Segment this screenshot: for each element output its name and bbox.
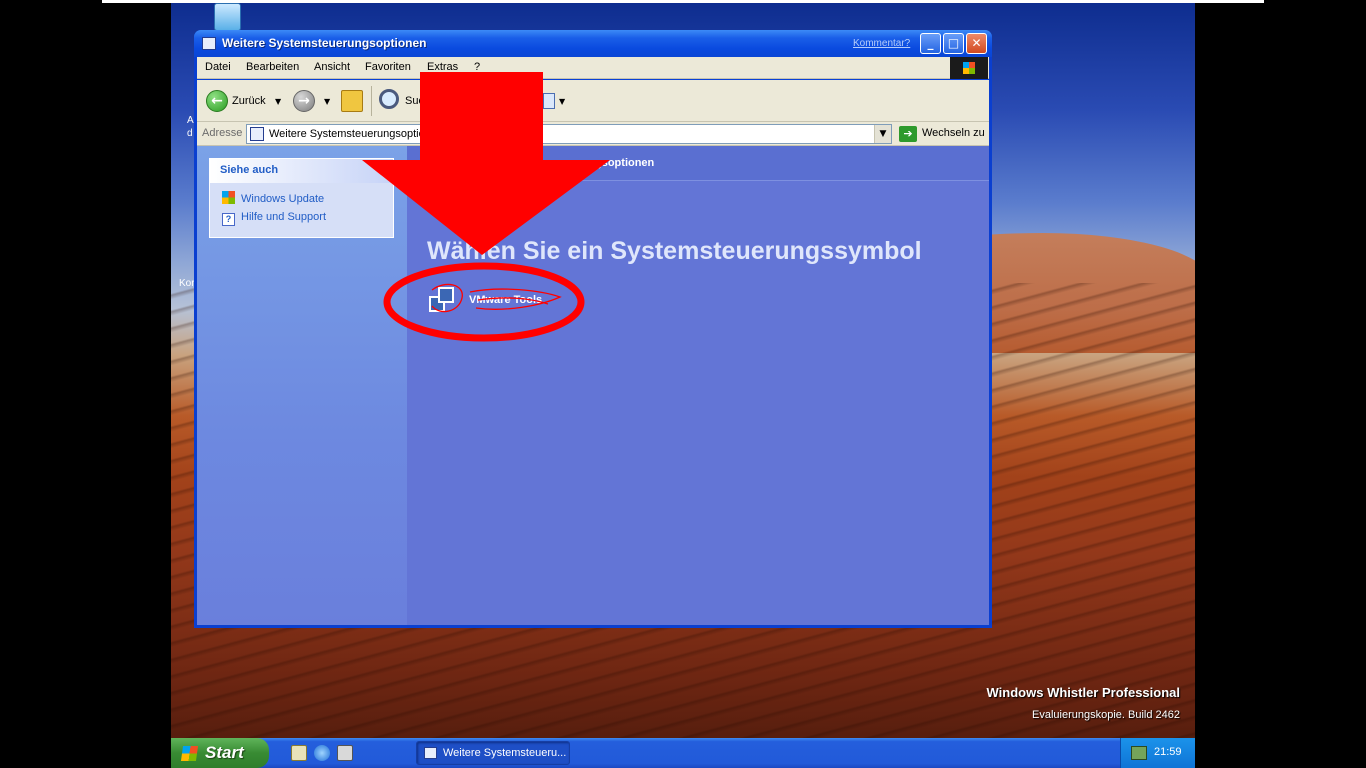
views-icon[interactable] (543, 93, 555, 109)
vmware-tools-icon[interactable] (429, 287, 457, 315)
windows-logo-icon (950, 57, 988, 79)
minimize-button[interactable]: _ (920, 33, 941, 54)
chevron-down-icon[interactable]: ▼ (874, 125, 891, 143)
start-label: Start (205, 743, 244, 762)
see-also-title[interactable]: Siehe auch (210, 159, 393, 183)
internet-explorer-icon[interactable] (314, 745, 330, 761)
menu-extras[interactable]: Extras (427, 61, 458, 73)
show-desktop-icon[interactable] (291, 745, 307, 761)
tray-app-icon[interactable] (1131, 746, 1147, 760)
maximize-button[interactable]: □ (943, 33, 964, 54)
go-button-label[interactable]: Wechseln zu (922, 127, 985, 139)
forward-arrow-icon[interactable]: → (293, 90, 315, 112)
control-panel-icon (250, 127, 264, 141)
views-dropdown-icon[interactable]: ▼ (559, 97, 565, 106)
search-icon[interactable] (379, 89, 399, 109)
start-button[interactable]: Start (171, 738, 269, 768)
menu-datei[interactable]: Datei (205, 61, 231, 73)
see-also-panel: Siehe auch Windows Update ? Hilfe und Sup… (209, 158, 394, 238)
forward-dropdown-icon[interactable]: ▼ (324, 97, 330, 106)
folder-up-icon[interactable] (341, 90, 363, 112)
go-arrow-icon[interactable]: ➔ (899, 126, 917, 142)
toolbar-separator (371, 86, 372, 116)
address-field[interactable]: Weitere Systemsteuerungsoptio ▼ (246, 124, 892, 144)
see-also-windows-update[interactable]: Windows Update (222, 191, 324, 205)
back-arrow-icon[interactable]: ← (206, 90, 228, 112)
address-value[interactable]: Weitere Systemsteuerungsoptio (269, 128, 425, 140)
see-also-help-support[interactable]: ? Hilfe und Support (222, 211, 326, 226)
windows-update-icon (222, 191, 235, 204)
page-title: Wählen Sie ein Systemsteuerungssymbol (427, 237, 922, 265)
vmware-tools-item[interactable]: VMware Tools (429, 287, 589, 317)
vmware-tools-label[interactable]: VMware Tools (469, 294, 542, 306)
control-panel-icon (424, 747, 437, 759)
recycle-bin-icon[interactable] (214, 3, 241, 31)
search-button-label[interactable]: Suc (405, 95, 424, 107)
close-button[interactable]: ✕ (966, 33, 987, 54)
watermark-build: Evaluierungskopie. Build 2462 (1032, 709, 1180, 721)
menu-favoriten[interactable]: Favoriten (365, 61, 411, 73)
content-area: Siehe auch Windows Update ? Hilfe und Sup… (197, 146, 989, 625)
see-also-link-label[interactable]: Windows Update (241, 193, 324, 205)
taskbar-window-label: Weitere Systemsteueru... (443, 747, 567, 759)
back-dropdown-icon[interactable]: ▼ (275, 97, 281, 106)
menu-ansicht[interactable]: Ansicht (314, 61, 350, 73)
desktop-icon-label-fragment: d (187, 128, 193, 139)
help-icon: ? (222, 213, 235, 226)
explorer-window: Weitere Systemsteuerungsoptionen Komment… (194, 30, 992, 628)
menu-help[interactable]: ? (474, 61, 480, 73)
menu-bar: Datei Bearbeiten Ansicht Favoriten Extra… (197, 57, 989, 79)
main-header-text: gsoptionen (595, 157, 655, 169)
windows-logo-icon (180, 746, 199, 761)
main-pane: gsoptionen Wählen Sie ein Systemsteuerun… (407, 146, 989, 625)
main-header: gsoptionen (407, 146, 989, 181)
address-bar: Adresse Weitere Systemsteuerungsoptio ▼ … (197, 122, 989, 146)
menu-bearbeiten[interactable]: Bearbeiten (246, 61, 299, 73)
window-title: Weitere Systemsteuerungsoptionen (222, 36, 427, 50)
clock[interactable]: 21:59 (1154, 746, 1182, 758)
control-panel-icon (202, 37, 216, 50)
see-also-link-label[interactable]: Hilfe und Support (241, 211, 326, 223)
feedback-link[interactable]: Kommentar? (853, 38, 910, 49)
media-player-icon[interactable] (337, 745, 353, 761)
desktop-icon-label-fragment: Kor (179, 278, 195, 289)
desktop-icon-label-fragment: A (187, 115, 194, 126)
toolbar: ← Zurück ▼ → ▼ Suc ▼ (197, 80, 989, 122)
task-pane: Siehe auch Windows Update ? Hilfe und Sup… (197, 146, 407, 625)
address-label: Adresse (202, 127, 243, 139)
taskbar: Start Weitere Systemsteueru... 21:59 (171, 738, 1195, 768)
screen: Windows Whistler Professional Evaluierun… (0, 0, 1366, 768)
taskbar-window-button[interactable]: Weitere Systemsteueru... (416, 741, 570, 765)
title-bar[interactable]: Weitere Systemsteuerungsoptionen Komment… (194, 30, 992, 57)
system-tray: 21:59 (1120, 738, 1195, 768)
watermark-edition: Windows Whistler Professional (986, 685, 1180, 700)
back-button-label[interactable]: Zurück (232, 95, 266, 107)
